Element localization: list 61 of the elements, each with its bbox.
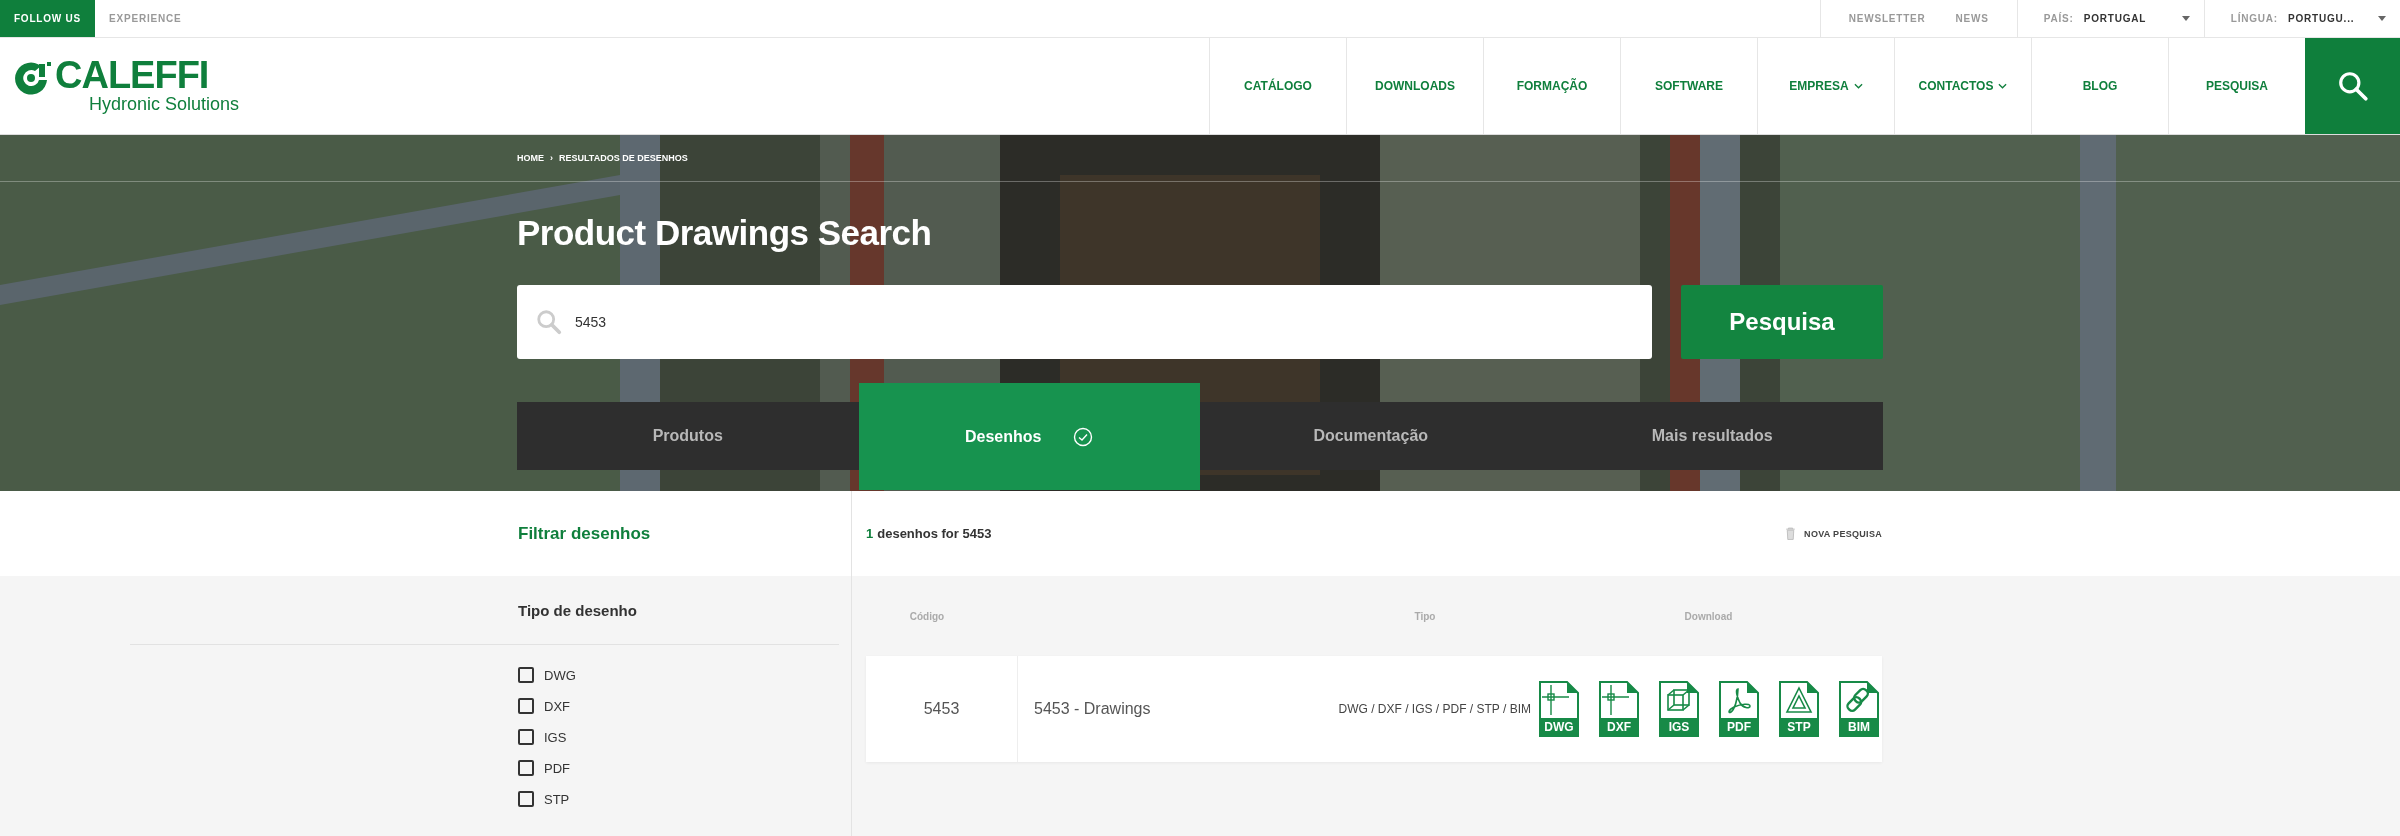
- nav-item[interactable]: FORMAÇÃO: [1483, 38, 1620, 134]
- page-title: Product Drawings Search: [517, 212, 933, 254]
- top-link[interactable]: NEWS: [1955, 13, 1989, 24]
- trash-icon: [1785, 527, 1797, 540]
- nav-item[interactable]: SOFTWARE: [1620, 38, 1757, 134]
- nav-item[interactable]: EMPRESA: [1757, 38, 1894, 134]
- logo-tagline: Hydronic Solutions: [89, 94, 240, 114]
- breadcrumb-separator: ›: [550, 153, 553, 163]
- follow-us-button[interactable]: FOLLOW US: [0, 0, 95, 37]
- result-summary: desenhos for 5453: [877, 526, 992, 541]
- experience-link[interactable]: EXPERIENCE: [95, 0, 182, 37]
- tab[interactable]: Produtos: [517, 402, 859, 470]
- download-link[interactable]: IGS: [1659, 681, 1699, 737]
- checkbox-label: STP: [544, 791, 570, 807]
- language-label: LÍNGUA:: [2230, 13, 2278, 24]
- search-icon: [535, 308, 563, 336]
- checkbox-label: DWG: [544, 667, 576, 683]
- checkbox[interactable]: [518, 729, 534, 745]
- table-cell: DWG / DXF / IGS / PDF / STP / BIM: [1338, 702, 1531, 716]
- column-header: Tipo: [1414, 610, 1436, 622]
- column-header: Código: [909, 610, 945, 622]
- download-link[interactable]: DXF: [1599, 681, 1639, 737]
- search-submit-button[interactable]: Pesquisa: [1681, 285, 1883, 359]
- checkbox[interactable]: [518, 791, 534, 807]
- checkbox-label: PDF: [544, 760, 570, 776]
- filter-title: Filtrar desenhos: [518, 523, 651, 544]
- tab[interactable]: Desenhos: [858, 383, 1200, 490]
- download-link[interactable]: DWG: [1539, 681, 1579, 737]
- table-cell: 5453: [923, 700, 960, 718]
- search-field[interactable]: 5453: [517, 285, 1652, 359]
- checkbox[interactable]: [518, 698, 534, 714]
- column-header: Download: [1684, 610, 1733, 622]
- search-button[interactable]: [2305, 38, 2400, 134]
- nav-item[interactable]: CATÁLOGO: [1209, 38, 1346, 134]
- check-circle-icon: [1073, 426, 1094, 447]
- language-select[interactable]: PORTUGU...: [2288, 13, 2368, 24]
- download-link[interactable]: BIM: [1839, 681, 1879, 737]
- caret-icon: [2378, 16, 2386, 21]
- nav-item[interactable]: BLOG: [2031, 38, 2168, 134]
- table-cell: 5453 - Drawings: [1034, 700, 1151, 717]
- checkbox[interactable]: [518, 667, 534, 683]
- checkbox-label: IGS: [544, 729, 567, 745]
- search-icon: [2336, 70, 2369, 102]
- nav-item[interactable]: DOWNLOADS: [1346, 38, 1483, 134]
- country-label: PAÍS:: [2043, 13, 2074, 24]
- breadcrumb-link[interactable]: RESULTADOS DE DESENHOS: [559, 153, 688, 163]
- new-search-link[interactable]: NOVA PESQUISA: [1785, 527, 1882, 540]
- logo-wordmark: CALEFFI: [55, 54, 210, 96]
- checkbox-label: DXF: [544, 698, 570, 714]
- breadcrumb-link[interactable]: HOME: [517, 153, 544, 163]
- caret-icon: [2181, 16, 2190, 21]
- nav-item[interactable]: CONTACTOS: [1894, 38, 2031, 134]
- download-link[interactable]: PDF: [1719, 681, 1759, 737]
- result-count: 1: [866, 526, 874, 541]
- checkbox[interactable]: [518, 760, 534, 776]
- filter-group-title: Tipo de desenho: [518, 602, 637, 619]
- download-link[interactable]: STP: [1779, 681, 1819, 737]
- top-link[interactable]: NEWSLETTER: [1848, 13, 1926, 24]
- tab[interactable]: Mais resultados: [1541, 402, 1883, 470]
- tab[interactable]: Documentação: [1200, 402, 1542, 470]
- country-select[interactable]: PORTUGAL: [2083, 13, 2172, 24]
